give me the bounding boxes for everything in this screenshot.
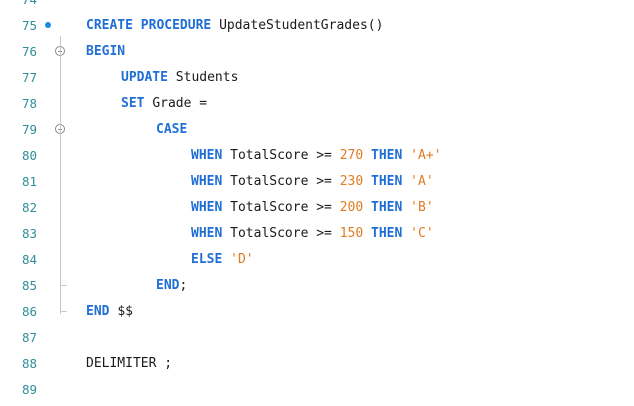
code-line[interactable]: 76 BEGIN xyxy=(0,39,634,65)
fold-end-marker-icon xyxy=(60,279,67,286)
code-token: TotalScore xyxy=(230,200,317,215)
code-text[interactable]: END; xyxy=(156,273,187,299)
code-token: WHEN xyxy=(191,226,231,241)
code-token: 'A+' xyxy=(410,148,442,163)
code-line[interactable]: 88 DELIMITER ; xyxy=(0,351,634,377)
code-line[interactable]: 75 CREATE PROCEDURE UpdateStudentGrades() xyxy=(0,13,634,39)
fold-guide-begin xyxy=(60,36,61,314)
code-line[interactable]: 83 WHEN TotalScore >= 150 THEN 'C' xyxy=(0,221,634,247)
code-token: 270 xyxy=(339,148,372,163)
code-line[interactable]: 85 END; xyxy=(0,273,634,299)
code-text[interactable]: CREATE PROCEDURE UpdateStudentGrades() xyxy=(86,13,383,39)
code-token: 'B' xyxy=(410,200,434,215)
code-token: THEN xyxy=(371,226,411,241)
code-token: ; xyxy=(179,278,188,293)
code-token: TotalScore xyxy=(230,226,317,241)
code-line[interactable]: 80 WHEN TotalScore >= 270 THEN 'A+' xyxy=(0,143,634,169)
code-token: THEN xyxy=(371,200,411,215)
code-token: WHEN xyxy=(191,148,231,163)
code-token: UpdateStudentGrades() xyxy=(219,18,384,33)
code-line[interactable]: 86 END $$ xyxy=(0,299,634,325)
line-number: 88 xyxy=(21,356,37,371)
code-token: >= xyxy=(316,226,340,241)
fold-end-marker-icon xyxy=(60,305,67,312)
code-text[interactable]: WHEN TotalScore >= 200 THEN 'B' xyxy=(191,195,434,221)
code-line[interactable]: 84 ELSE 'D' xyxy=(0,247,634,273)
code-text[interactable]: ELSE 'D' xyxy=(191,247,254,273)
code-line[interactable]: 78 SET Grade = xyxy=(0,91,634,117)
line-number: 82 xyxy=(21,200,37,215)
line-number: 86 xyxy=(21,304,37,319)
code-token: WHEN xyxy=(191,174,231,189)
code-token: >= xyxy=(316,174,340,189)
line-number: 85 xyxy=(21,278,37,293)
code-text[interactable]: WHEN TotalScore >= 150 THEN 'C' xyxy=(191,221,434,247)
code-line[interactable]: 82 WHEN TotalScore >= 200 THEN 'B' xyxy=(0,195,634,221)
code-token: 230 xyxy=(339,174,372,189)
code-line[interactable]: 81 WHEN TotalScore >= 230 THEN 'A' xyxy=(0,169,634,195)
code-token: DELIMITER ; xyxy=(86,356,173,371)
code-editor[interactable]: 74 75 CREATE PROCEDURE UpdateStudentGrade… xyxy=(0,0,634,406)
line-number: 89 xyxy=(21,382,37,397)
line-number: 76 xyxy=(21,44,37,59)
code-token: TotalScore xyxy=(230,174,317,189)
code-token: CREATE PROCEDURE xyxy=(86,18,220,33)
code-token: BEGIN xyxy=(86,44,126,59)
code-token: UPDATE xyxy=(121,70,176,85)
code-text[interactable]: END $$ xyxy=(86,299,133,325)
code-line[interactable]: 77 UPDATE Students xyxy=(0,65,634,91)
breakpoint-dot-icon[interactable] xyxy=(45,22,51,28)
line-number: 87 xyxy=(21,330,37,345)
code-token: THEN xyxy=(371,174,411,189)
code-token: TotalScore xyxy=(230,148,317,163)
line-number: 80 xyxy=(21,148,37,163)
code-token: 200 xyxy=(339,200,372,215)
code-token: THEN xyxy=(371,148,411,163)
line-number: 79 xyxy=(21,122,37,137)
code-token: 150 xyxy=(339,226,372,241)
code-token: WHEN xyxy=(191,200,231,215)
line-number: 77 xyxy=(21,70,37,85)
code-line-partial: 74 xyxy=(0,0,634,13)
code-token: SET xyxy=(121,96,153,111)
code-text[interactable]: WHEN TotalScore >= 270 THEN 'A+' xyxy=(191,143,441,169)
code-text[interactable]: WHEN TotalScore >= 230 THEN 'A' xyxy=(191,169,434,195)
code-token: 'C' xyxy=(410,226,434,241)
code-line[interactable]: 79 CASE xyxy=(0,117,634,143)
code-token: END xyxy=(156,278,180,293)
line-number: 74 xyxy=(0,0,37,13)
line-number: 81 xyxy=(21,174,37,189)
code-token: END xyxy=(86,304,118,319)
line-number: 84 xyxy=(21,252,37,267)
code-token: ELSE xyxy=(191,252,231,267)
code-text[interactable]: DELIMITER ; xyxy=(86,351,172,377)
code-line[interactable]: 89 xyxy=(0,377,634,403)
code-token: Students xyxy=(175,70,239,85)
code-token: Grade = xyxy=(152,96,208,111)
code-token: 'A' xyxy=(410,174,434,189)
line-number: 83 xyxy=(21,226,37,241)
code-text[interactable]: BEGIN xyxy=(86,39,125,65)
code-token: $$ xyxy=(117,304,133,319)
code-text[interactable]: CASE xyxy=(156,117,187,143)
code-line[interactable]: 87 xyxy=(0,325,634,351)
line-number: 78 xyxy=(21,96,37,111)
code-token: CASE xyxy=(156,122,188,137)
code-token: >= xyxy=(316,148,340,163)
code-token: >= xyxy=(316,200,340,215)
line-number: 75 xyxy=(21,18,37,33)
code-token: 'D' xyxy=(230,252,254,267)
code-text[interactable]: SET Grade = xyxy=(121,91,207,117)
code-text[interactable]: UPDATE Students xyxy=(121,65,238,91)
